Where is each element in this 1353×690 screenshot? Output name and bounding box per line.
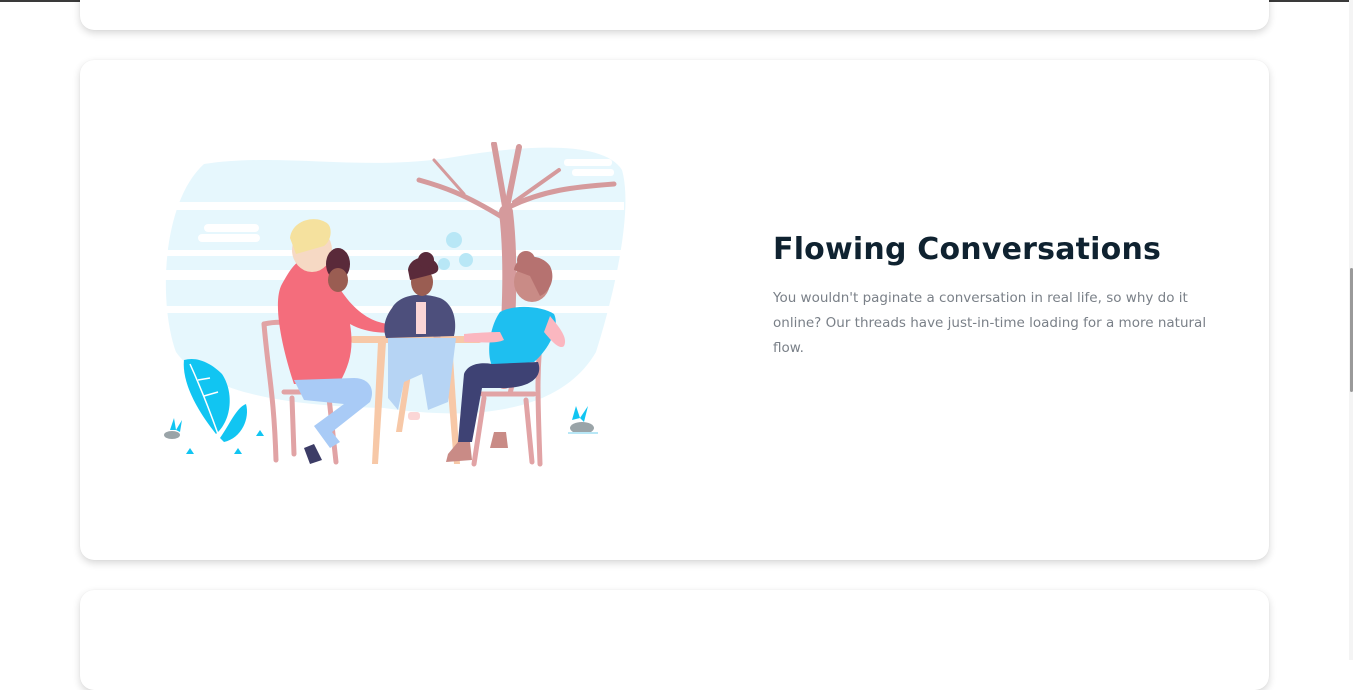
ground-line — [568, 432, 598, 434]
feature-card-previous — [80, 0, 1269, 30]
page-scrollbar[interactable] — [1349, 0, 1353, 660]
feature-card-next — [80, 590, 1269, 690]
feature-card-flowing-conversations: Flowing Conversations You wouldn't pagin… — [80, 60, 1269, 560]
feature-title: Flowing Conversations — [773, 232, 1162, 267]
conversation-illustration — [164, 142, 626, 467]
sky-streak — [164, 270, 624, 280]
feature-description: You wouldn't paginate a conversation in … — [773, 290, 1207, 356]
person-icon — [326, 248, 350, 292]
rock-icon — [164, 431, 180, 439]
sky-streak — [164, 250, 624, 256]
sky-streak — [164, 202, 624, 210]
